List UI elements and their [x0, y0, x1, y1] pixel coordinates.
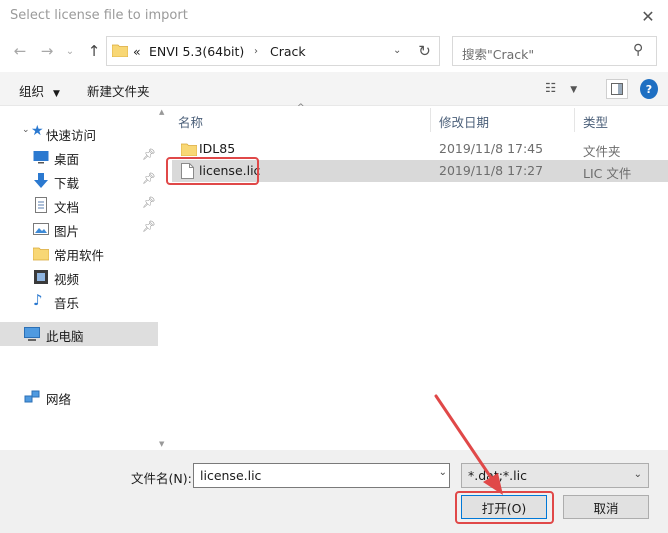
close-icon: ✕	[641, 6, 655, 26]
command-toolbar: 组织 ▼ 新建文件夹 ☷ ▼ ?	[0, 72, 668, 106]
sidebar-item-documents[interactable]: 文档 📌︎	[0, 194, 158, 216]
sidebar-item-label: 桌面	[54, 152, 80, 167]
download-icon	[34, 173, 48, 188]
sidebar-item-label: 视频	[54, 272, 80, 287]
close-button[interactable]: ✕	[628, 0, 668, 32]
sidebar-item-label: 网络	[46, 392, 72, 407]
breadcrumb-overflow[interactable]: «	[133, 44, 141, 59]
help-icon: ?	[645, 82, 653, 96]
scroll-up-icon[interactable]: ▲	[159, 108, 164, 116]
pin-icon: 📌︎	[142, 172, 156, 185]
file-modified: 2019/11/8 17:27	[439, 163, 544, 178]
search-box[interactable]: 搜索"Crack" ⚲	[452, 36, 657, 66]
sort-ascending-icon: ^	[297, 103, 305, 113]
sidebar-item-label: 下载	[54, 176, 80, 191]
column-header-modified[interactable]: 修改日期	[439, 112, 489, 131]
filename-label: 文件名(N):	[131, 471, 192, 486]
refresh-button[interactable]: ↻	[410, 36, 440, 66]
caret-down-icon: ▼	[53, 89, 60, 99]
organize-label: 组织	[19, 84, 45, 99]
folder-icon	[33, 247, 49, 261]
folder-icon	[181, 143, 197, 156]
forward-button[interactable]: →	[37, 40, 57, 62]
back-button[interactable]: ←	[10, 40, 30, 62]
video-icon	[34, 270, 48, 284]
refresh-icon: ↻	[418, 42, 431, 60]
arrow-left-icon: ←	[13, 42, 27, 60]
caret-down-icon: ▼	[570, 85, 578, 95]
file-type: 文件夹	[583, 144, 621, 159]
expand-chevron-icon[interactable]: ⌄	[22, 125, 30, 135]
column-divider[interactable]	[430, 108, 431, 132]
chevron-down-icon: ⌄	[65, 45, 75, 57]
search-input[interactable]: 搜索"Crack"	[462, 44, 534, 63]
column-header-name[interactable]: 名称	[178, 112, 203, 131]
file-type-select[interactable]: *.dat;*.lic ⌄	[461, 463, 649, 488]
music-icon: ♪	[33, 291, 43, 309]
highlight-box-file	[166, 157, 259, 185]
arrow-right-icon: →	[40, 42, 54, 60]
breadcrumb-envi[interactable]: ENVI 5.3(64bit)	[149, 44, 244, 59]
window-title: Select license file to import	[10, 8, 188, 23]
breadcrumb-separator-icon: ›	[254, 46, 258, 57]
pin-icon: 📌︎	[142, 148, 156, 161]
sidebar-item-label: 图片	[54, 224, 80, 239]
sidebar-item-label: 快速访问	[46, 128, 97, 143]
star-icon: ★	[31, 123, 44, 139]
column-divider[interactable]	[574, 108, 575, 132]
pin-icon: 📌︎	[142, 196, 156, 209]
sidebar-item-downloads[interactable]: 下载 📌︎	[0, 170, 158, 192]
recent-locations-button[interactable]: ⌄	[62, 40, 78, 62]
file-type-value: *.dat;*.lic	[468, 468, 527, 483]
search-icon: ⚲	[633, 42, 644, 58]
sidebar-item-network[interactable]: 网络	[0, 386, 158, 408]
title-bar: Select license file to import ✕	[0, 0, 668, 32]
desktop-icon	[33, 151, 49, 164]
sidebar-item-quick-access[interactable]: ⌄ ★ 快速访问	[0, 122, 158, 144]
sidebar-item-desktop[interactable]: 桌面 📌︎	[0, 146, 158, 168]
folder-icon	[112, 44, 128, 57]
sidebar-item-label: 音乐	[54, 296, 80, 311]
new-folder-button[interactable]: 新建文件夹	[87, 81, 150, 100]
pin-icon: 📌︎	[142, 220, 156, 233]
file-type: LIC 文件	[583, 166, 632, 181]
dialog-footer: 文件名(N): ⌄ *.dat;*.lic ⌄ 打开(O) 取消	[0, 450, 668, 533]
preview-pane-icon	[611, 83, 623, 95]
sidebar-item-label: 文档	[54, 200, 80, 215]
navigation-pane: ⌄ ★ 快速访问 桌面 📌︎ 下载 📌︎ 文档 📌︎ 图片 📌︎ 常用软件 视频…	[0, 106, 158, 450]
address-bar[interactable]: « ENVI 5.3(64bit) › Crack ⌄	[106, 36, 440, 66]
scroll-down-icon[interactable]: ▼	[159, 440, 164, 448]
chevron-down-icon[interactable]: ⌄	[439, 467, 447, 478]
file-modified: 2019/11/8 17:45	[439, 141, 544, 156]
sidebar-item-videos[interactable]: 视频	[0, 266, 158, 288]
computer-icon	[24, 327, 40, 341]
arrow-up-icon: ↑	[87, 42, 101, 60]
picture-icon	[33, 223, 49, 235]
filename-field[interactable]: ⌄	[193, 463, 450, 488]
sidebar-item-pictures[interactable]: 图片 📌︎	[0, 218, 158, 240]
column-header-type[interactable]: 类型	[583, 112, 608, 131]
network-icon	[24, 390, 40, 403]
help-button[interactable]: ?	[640, 79, 658, 99]
sidebar-item-common-software[interactable]: 常用软件	[0, 242, 158, 264]
up-button[interactable]: ↑	[84, 40, 104, 62]
details-view-icon: ☷	[545, 80, 557, 95]
view-options-button[interactable]: ☷ ▼	[545, 80, 577, 95]
chevron-down-icon: ⌄	[633, 469, 642, 480]
sidebar-item-label: 此电脑	[46, 329, 84, 344]
filename-input[interactable]	[198, 465, 418, 486]
organize-button[interactable]: 组织 ▼	[19, 81, 60, 100]
sidebar-item-this-pc[interactable]: 此电脑	[0, 322, 158, 346]
sidebar-item-music[interactable]: ♪ 音乐	[0, 290, 158, 312]
breadcrumb-crack[interactable]: Crack	[270, 44, 306, 59]
file-name: IDL85	[199, 141, 236, 156]
sidebar-item-label: 常用软件	[54, 248, 105, 263]
cancel-button[interactable]: 取消	[563, 495, 649, 519]
address-dropdown-icon[interactable]: ⌄	[393, 45, 401, 56]
preview-pane-button[interactable]	[606, 79, 628, 99]
highlight-box-open	[455, 491, 554, 524]
document-icon	[35, 197, 47, 213]
